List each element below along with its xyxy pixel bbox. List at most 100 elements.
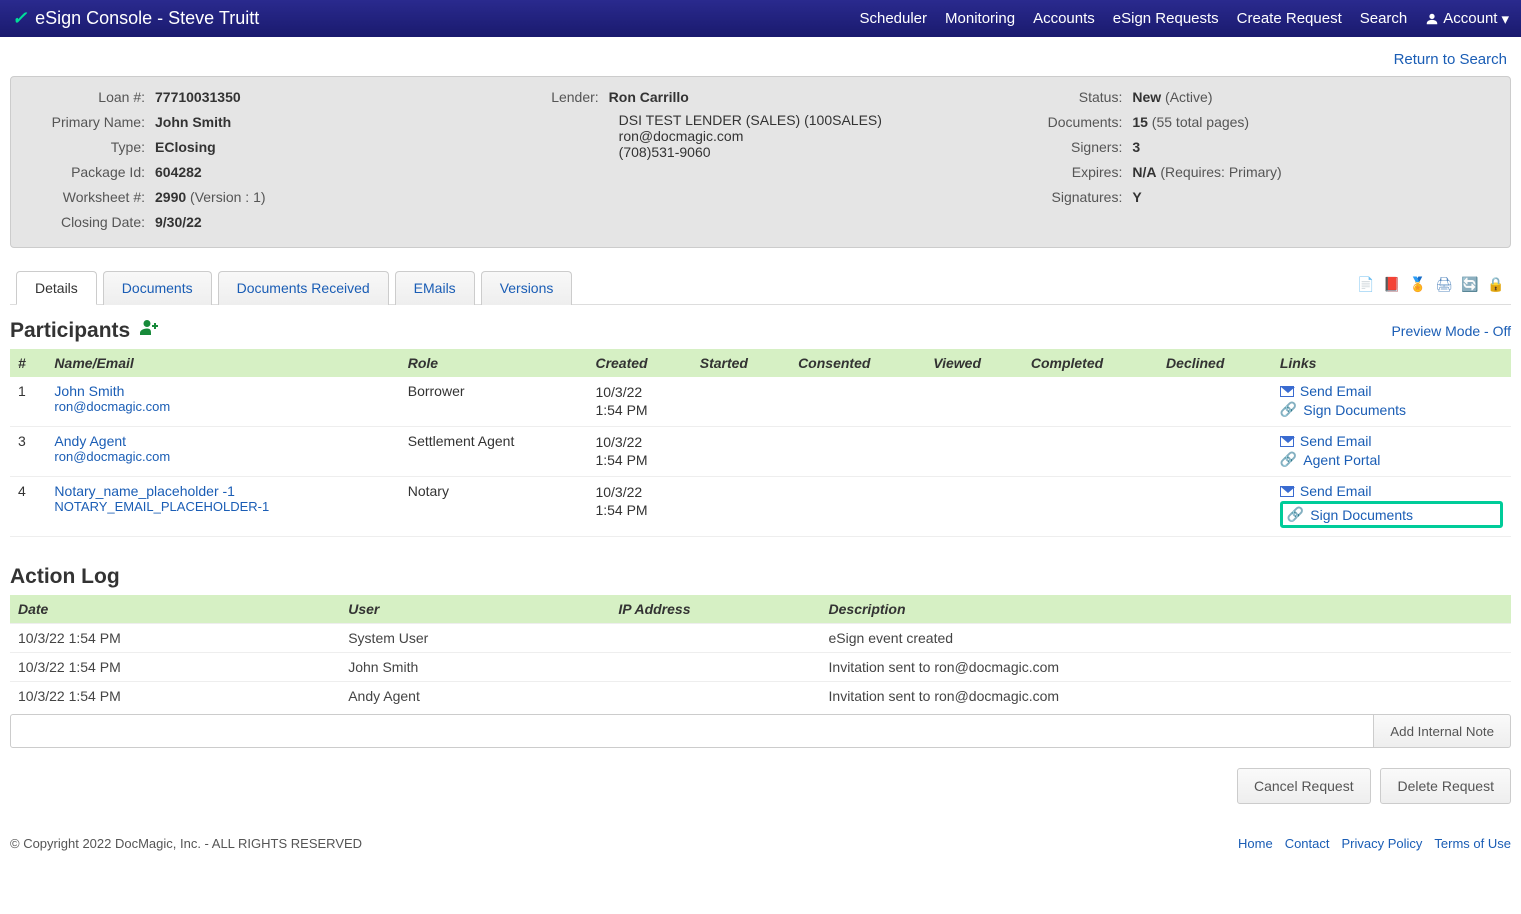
- col-role: Role: [400, 349, 588, 377]
- row-viewed: [925, 477, 1023, 537]
- nav-account-dropdown[interactable]: Account ▾: [1425, 10, 1509, 28]
- chevron-down-icon: ▾: [1501, 10, 1509, 28]
- row-declined: [1158, 477, 1272, 537]
- participant-name[interactable]: Notary_name_placeholder -1: [54, 483, 391, 499]
- summary-middle: Lender:Ron Carrillo DSI TEST LENDER (SAL…: [529, 87, 993, 237]
- nav-accounts[interactable]: Accounts: [1033, 10, 1095, 27]
- lock-icon[interactable]: 🔒: [1487, 275, 1505, 293]
- footer-contact[interactable]: Contact: [1285, 836, 1330, 851]
- tab-details[interactable]: Details: [16, 271, 97, 305]
- row-started: [692, 377, 790, 427]
- tab-emails[interactable]: EMails: [395, 271, 475, 305]
- footer-home[interactable]: Home: [1238, 836, 1273, 851]
- type-label: Type:: [25, 137, 155, 158]
- participant-link[interactable]: Sign Documents: [1303, 402, 1406, 418]
- al-user: Andy Agent: [340, 682, 610, 711]
- al-ip: [610, 653, 820, 682]
- participants-table: # Name/Email Role Created Started Consen…: [10, 349, 1511, 537]
- navbar-brand: ✓ eSign Console - Steve Truitt: [12, 8, 859, 29]
- action-log-title: Action Log: [10, 565, 1511, 589]
- participant-link[interactable]: Send Email: [1300, 383, 1372, 399]
- row-created: 10/3/221:54 PM: [587, 427, 691, 477]
- nav-search[interactable]: Search: [1360, 10, 1408, 27]
- participants-header: Participants Preview Mode - Off: [10, 319, 1511, 343]
- participant-email[interactable]: ron@docmagic.com: [54, 399, 391, 414]
- primary-name-value: John Smith: [155, 112, 231, 133]
- participants-header-row: # Name/Email Role Created Started Consen…: [10, 349, 1511, 377]
- link-icon: 🔗: [1287, 506, 1304, 523]
- status-value: New (Active): [1132, 87, 1212, 108]
- status-label: Status:: [1032, 87, 1132, 108]
- tab-versions[interactable]: Versions: [481, 271, 573, 305]
- export-icon[interactable]: 📄: [1357, 275, 1375, 293]
- participants-title: Participants: [10, 319, 130, 343]
- participant-email[interactable]: ron@docmagic.com: [54, 449, 391, 464]
- cancel-request-button[interactable]: Cancel Request: [1237, 768, 1371, 804]
- participant-link[interactable]: Send Email: [1300, 483, 1372, 499]
- refresh-icon[interactable]: 🔄: [1461, 275, 1479, 293]
- col-num: #: [10, 349, 46, 377]
- link-icon: 🔗: [1280, 451, 1297, 468]
- table-row: 3Andy Agentron@docmagic.comSettlement Ag…: [10, 427, 1511, 477]
- al-ip: [610, 682, 820, 711]
- internal-note-row: Add Internal Note: [10, 714, 1511, 748]
- col-completed: Completed: [1023, 349, 1158, 377]
- nav-create-request[interactable]: Create Request: [1237, 10, 1342, 27]
- highlighted-link[interactable]: 🔗 Sign Documents: [1280, 501, 1503, 528]
- al-user: John Smith: [340, 653, 610, 682]
- row-num: 3: [10, 427, 46, 477]
- nav-monitoring[interactable]: Monitoring: [945, 10, 1015, 27]
- participant-link[interactable]: Send Email: [1300, 433, 1372, 449]
- participant-link[interactable]: Agent Portal: [1303, 452, 1380, 468]
- internal-note-input[interactable]: [10, 714, 1374, 748]
- footer-privacy[interactable]: Privacy Policy: [1342, 836, 1423, 851]
- footer-terms[interactable]: Terms of Use: [1434, 836, 1511, 851]
- row-num: 1: [10, 377, 46, 427]
- participant-name[interactable]: Andy Agent: [54, 433, 391, 449]
- package-id-label: Package Id:: [25, 162, 155, 183]
- nav-esign-requests[interactable]: eSign Requests: [1113, 10, 1219, 27]
- envelope-icon: [1280, 386, 1294, 397]
- print-icon[interactable]: 🖨: [1435, 275, 1453, 293]
- navbar-nav: Scheduler Monitoring Accounts eSign Requ…: [859, 10, 1509, 28]
- lender-label: Lender:: [529, 87, 609, 108]
- seal-icon[interactable]: 🏅: [1409, 275, 1427, 293]
- pdf-icon[interactable]: 📕: [1383, 275, 1401, 293]
- add-participant-icon[interactable]: [140, 319, 162, 343]
- closing-date-value: 9/30/22: [155, 212, 202, 233]
- loan-num-value: 77710031350: [155, 87, 241, 108]
- table-row: 1John Smithron@docmagic.comBorrower10/3/…: [10, 377, 1511, 427]
- preview-mode-toggle[interactable]: Preview Mode - Off: [1391, 323, 1511, 339]
- row-viewed: [925, 427, 1023, 477]
- row-num: 4: [10, 477, 46, 537]
- nav-scheduler[interactable]: Scheduler: [859, 10, 927, 27]
- request-actions: Cancel Request Delete Request: [10, 768, 1511, 804]
- row-completed: [1023, 427, 1158, 477]
- participant-email[interactable]: NOTARY_EMAIL_PLACEHOLDER-1: [54, 499, 391, 514]
- al-date: 10/3/22 1:54 PM: [10, 653, 340, 682]
- row-name: John Smithron@docmagic.com: [46, 377, 399, 427]
- row-consented: [790, 427, 925, 477]
- expires-label: Expires:: [1032, 162, 1132, 183]
- col-created: Created: [587, 349, 691, 377]
- participant-name[interactable]: John Smith: [54, 383, 391, 399]
- row-links: Send Email🔗 Agent Portal: [1272, 427, 1511, 477]
- participant-link[interactable]: Sign Documents: [1310, 507, 1413, 523]
- add-internal-note-button[interactable]: Add Internal Note: [1374, 714, 1511, 748]
- return-to-search-link[interactable]: Return to Search: [1394, 51, 1507, 68]
- delete-request-button[interactable]: Delete Request: [1380, 768, 1511, 804]
- al-ip: [610, 624, 820, 653]
- lender-company: DSI TEST LENDER (SALES) (100SALES): [619, 112, 993, 128]
- al-date: 10/3/22 1:54 PM: [10, 624, 340, 653]
- signatures-value: Y: [1132, 187, 1141, 208]
- envelope-icon: [1280, 436, 1294, 447]
- row-links: Send Email 🔗 Sign Documents: [1272, 477, 1511, 537]
- tab-documents[interactable]: Documents: [103, 271, 212, 305]
- copyright: © Copyright 2022 DocMagic, Inc. - ALL RI…: [10, 836, 362, 851]
- signatures-label: Signatures:: [1032, 187, 1132, 208]
- tab-documents-received[interactable]: Documents Received: [218, 271, 389, 305]
- row-completed: [1023, 377, 1158, 427]
- row-created: 10/3/221:54 PM: [587, 477, 691, 537]
- logo-icon: ✓: [12, 8, 27, 29]
- footer: © Copyright 2022 DocMagic, Inc. - ALL RI…: [0, 826, 1521, 871]
